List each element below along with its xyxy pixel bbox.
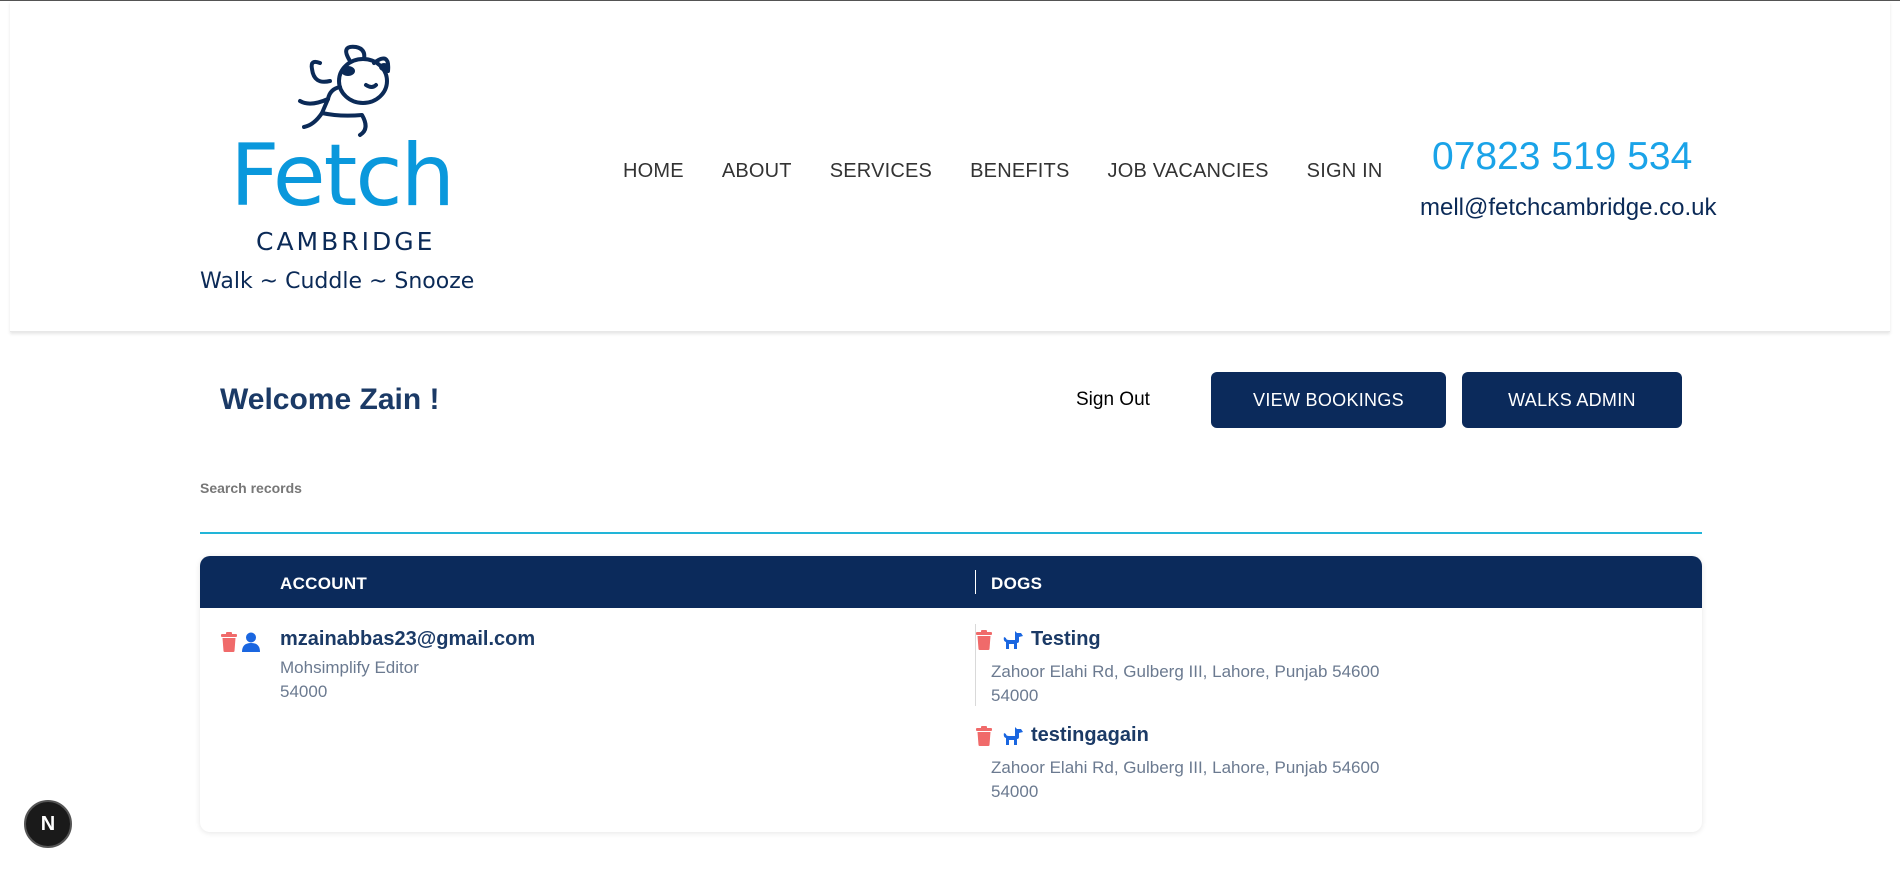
logo-wordmark: Fetch xyxy=(230,126,455,226)
dog-postcode: 54000 xyxy=(991,782,1039,801)
nav-job-vacancies[interactable]: JOB VACANCIES xyxy=(1108,160,1269,183)
site-header: Fetch CAMBRIDGE Walk ~ Cuddle ~ Snooze H… xyxy=(10,1,1890,332)
column-header-dogs: DOGS xyxy=(991,574,1043,593)
logo-tagline: Walk ~ Cuddle ~ Snooze xyxy=(200,269,475,294)
logo-subtitle: CAMBRIDGE xyxy=(256,227,436,256)
trash-icon[interactable] xyxy=(220,632,238,652)
phone-link[interactable]: 07823 519 534 xyxy=(1432,135,1692,179)
account-detail: Mohsimplify Editor xyxy=(280,658,419,677)
walks-admin-button[interactable]: WALKS ADMIN xyxy=(1462,372,1682,428)
dog-icon[interactable] xyxy=(1003,630,1023,649)
dog-postcode: 54000 xyxy=(991,686,1039,705)
account-actions xyxy=(220,632,260,652)
fetch-logo[interactable]: Fetch CAMBRIDGE Walk ~ Cuddle ~ Snooze xyxy=(200,41,474,301)
dog-header: testingagain xyxy=(975,724,1149,747)
nav-home[interactable]: HOME xyxy=(623,160,684,183)
nav-services[interactable]: SERVICES xyxy=(830,160,932,183)
trash-icon[interactable] xyxy=(975,629,993,650)
view-bookings-button[interactable]: VIEW BOOKINGS xyxy=(1211,372,1446,428)
account-email: mzainabbas23@gmail.com xyxy=(280,628,536,650)
dog-address: Zahoor Elahi Rd, Gulberg III, Lahore, Pu… xyxy=(991,662,1380,681)
dog-header: Testing xyxy=(975,628,1101,651)
nav-about[interactable]: ABOUT xyxy=(722,160,792,183)
dog-name: testingagain xyxy=(1031,724,1149,746)
header-divider xyxy=(975,570,976,594)
dog-address: Zahoor Elahi Rd, Gulberg III, Lahore, Pu… xyxy=(991,758,1380,777)
user-icon[interactable] xyxy=(242,632,260,652)
nav-sign-in[interactable]: SIGN IN xyxy=(1307,160,1383,183)
search-label: Search records xyxy=(200,480,302,496)
dog-name: Testing xyxy=(1031,628,1101,650)
records-table: ACCOUNT DOGS mzainabbas23@gmail.com Mohs… xyxy=(200,556,1702,832)
trash-icon[interactable] xyxy=(975,725,993,746)
account-postcode: 54000 xyxy=(280,682,328,701)
nav-benefits[interactable]: BENEFITS xyxy=(970,160,1069,183)
table-header: ACCOUNT DOGS xyxy=(200,556,1702,608)
dev-tools-badge[interactable]: N xyxy=(24,800,72,848)
search-input[interactable] xyxy=(200,500,1702,534)
column-header-account: ACCOUNT xyxy=(280,574,368,593)
sign-out-button[interactable]: Sign Out xyxy=(1076,389,1150,411)
main-nav: HOME ABOUT SERVICES BENEFITS JOB VACANCI… xyxy=(623,160,1421,183)
email-link[interactable]: mell@fetchcambridge.co.uk xyxy=(1420,194,1716,222)
dog-icon[interactable] xyxy=(1003,726,1023,745)
welcome-heading: Welcome Zain ! xyxy=(220,383,440,416)
